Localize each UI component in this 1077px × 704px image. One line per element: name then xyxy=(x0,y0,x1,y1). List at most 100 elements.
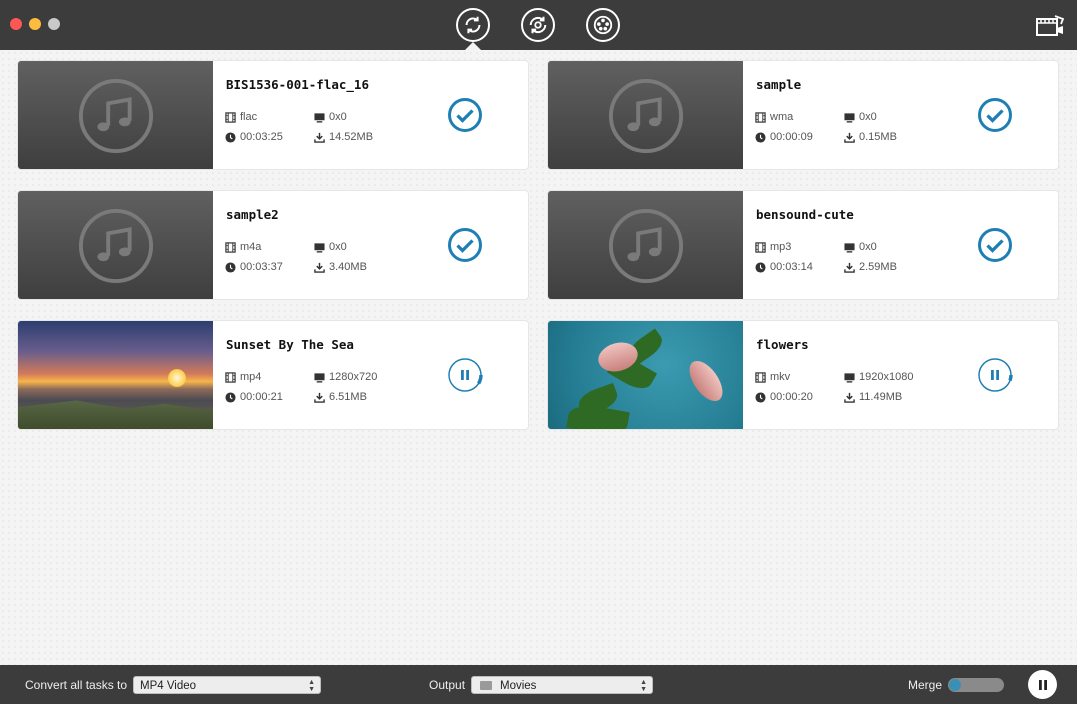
task-size: 3.40MB xyxy=(314,261,367,273)
task-resolution: 0x0 xyxy=(844,111,877,123)
sync-icon xyxy=(529,16,547,34)
task-format-value: mp3 xyxy=(770,241,792,253)
task-resolution-value: 0x0 xyxy=(859,111,877,123)
task-duration: 00:00:20 xyxy=(755,391,813,403)
clock-icon xyxy=(225,261,236,273)
monitor-icon xyxy=(314,242,325,253)
window-zoom-button[interactable] xyxy=(48,18,60,30)
petal-shape xyxy=(682,355,730,407)
sun-shape xyxy=(168,369,186,387)
pause-icon xyxy=(1038,679,1047,690)
task-resolution-value: 0x0 xyxy=(329,241,347,253)
task-card[interactable]: sample wma 0x0 00:00:09 0.15MB xyxy=(547,60,1059,170)
video-thumbnail xyxy=(18,321,213,429)
task-pause-button[interactable] xyxy=(977,357,1013,393)
task-resolution: 1280x720 xyxy=(314,371,377,383)
download-icon xyxy=(314,132,325,143)
task-format-value: mp4 xyxy=(240,371,262,383)
clock-icon xyxy=(225,391,236,403)
clock-icon xyxy=(755,261,766,273)
task-format-value: wma xyxy=(770,111,794,123)
film-strip-icon xyxy=(755,241,766,253)
task-resolution-value: 1280x720 xyxy=(329,371,378,383)
task-resolution-value: 0x0 xyxy=(329,111,347,123)
download-icon xyxy=(844,262,855,273)
output-folder-select[interactable]: Movies ▲ ▼ xyxy=(471,676,653,694)
film-strip-icon xyxy=(225,371,236,383)
folder-icon xyxy=(480,681,492,690)
leaf-shape xyxy=(566,401,630,429)
task-duration: 00:03:37 xyxy=(225,261,283,273)
select-arrows-icon: ▲ ▼ xyxy=(640,679,647,693)
task-size: 11.49MB xyxy=(844,391,902,403)
task-size-value: 2.59MB xyxy=(859,261,897,273)
toolbar xyxy=(0,0,1077,50)
window-minimize-button[interactable] xyxy=(29,18,41,30)
task-size-value: 3.40MB xyxy=(329,261,367,273)
task-format-value: mkv xyxy=(770,371,791,383)
task-format: mp4 xyxy=(225,371,261,383)
merge-toggle-knob xyxy=(949,679,961,691)
task-format: flac xyxy=(225,111,257,123)
task-name: sample2 xyxy=(226,207,279,222)
task-name: bensound-cute xyxy=(756,207,854,222)
check-circle-icon xyxy=(978,98,1012,132)
task-format: m4a xyxy=(225,241,261,253)
monitor-icon xyxy=(844,242,855,253)
output-folder-value: Movies xyxy=(500,680,537,692)
task-format: mkv xyxy=(755,371,790,383)
active-tab-indicator xyxy=(465,42,481,50)
task-duration: 00:03:14 xyxy=(755,261,813,273)
task-format: wma xyxy=(755,111,793,123)
task-card[interactable]: Sunset By The Sea mp4 1280x720 00:00:21 … xyxy=(17,320,529,430)
output-format-select[interactable]: MP4 Video ▲ ▼ xyxy=(133,676,321,694)
pause-all-button[interactable] xyxy=(1028,670,1057,699)
clock-icon xyxy=(225,131,236,143)
task-name: BIS1536-001-flac_16 xyxy=(226,77,369,92)
task-pause-button[interactable] xyxy=(447,357,483,393)
music-note-icon xyxy=(608,78,683,154)
task-duration: 00:03:25 xyxy=(225,131,283,143)
task-card[interactable]: bensound-cute mp3 0x0 00:03:14 2.59MB xyxy=(547,190,1059,300)
task-done-indicator xyxy=(977,97,1013,133)
task-name: flowers xyxy=(756,337,809,352)
sync-tool-button[interactable] xyxy=(521,8,555,42)
task-size-value: 0.15MB xyxy=(859,131,897,143)
music-thumbnail xyxy=(18,191,213,299)
film-strip-icon xyxy=(755,111,766,123)
download-icon xyxy=(314,262,325,273)
task-size: 14.52MB xyxy=(314,131,373,143)
task-resolution: 1920x1080 xyxy=(844,371,913,383)
music-note-icon xyxy=(78,208,153,284)
film-tool-button[interactable] xyxy=(586,8,620,42)
task-resolution-value: 0x0 xyxy=(859,241,877,253)
clock-icon xyxy=(755,131,766,143)
film-reel-icon xyxy=(593,15,613,35)
media-browser-icon[interactable] xyxy=(1035,14,1065,38)
convert-tool-button[interactable] xyxy=(456,8,490,42)
shore-shape xyxy=(18,400,213,429)
music-thumbnail xyxy=(548,191,743,299)
task-card[interactable]: flowers mkv 1920x1080 00:00:20 11.49MB xyxy=(547,320,1059,430)
task-size: 0.15MB xyxy=(844,131,897,143)
task-size: 6.51MB xyxy=(314,391,367,403)
task-card[interactable]: sample2 m4a 0x0 00:03:37 3.40MB xyxy=(17,190,529,300)
merge-toggle[interactable] xyxy=(948,678,1004,692)
task-duration-value: 00:00:20 xyxy=(770,391,813,403)
monitor-icon xyxy=(314,112,325,123)
window-close-button[interactable] xyxy=(10,18,22,30)
task-size-value: 14.52MB xyxy=(329,131,374,143)
download-icon xyxy=(844,132,855,143)
select-arrows-icon: ▲ ▼ xyxy=(308,679,315,693)
task-done-indicator xyxy=(447,227,483,263)
pause-progress-icon xyxy=(448,358,483,392)
monitor-icon xyxy=(844,372,855,383)
task-done-indicator xyxy=(447,97,483,133)
music-note-icon xyxy=(608,208,683,284)
task-card[interactable]: BIS1536-001-flac_16 flac 0x0 00:03:25 14… xyxy=(17,60,529,170)
check-circle-icon xyxy=(978,228,1012,262)
task-list: BIS1536-001-flac_16 flac 0x0 00:03:25 14… xyxy=(0,50,1077,665)
task-format: mp3 xyxy=(755,241,791,253)
task-name: Sunset By The Sea xyxy=(226,337,354,352)
task-name: sample xyxy=(756,77,802,92)
